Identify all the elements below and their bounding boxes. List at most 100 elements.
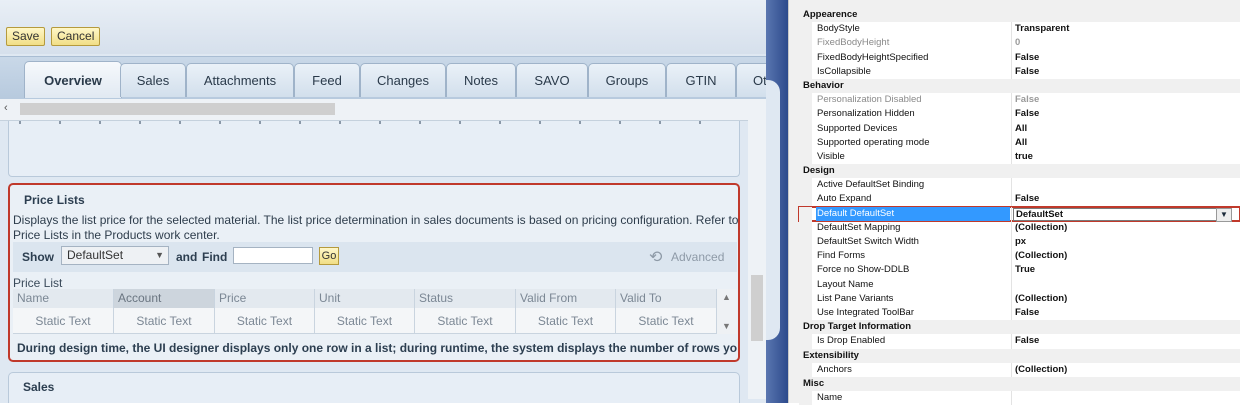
property-row-fixedbodyheight[interactable]: FixedBodyHeight 0 (799, 36, 1240, 51)
column-header-price[interactable]: Price (215, 289, 315, 308)
property-value[interactable]: All (1015, 122, 1027, 136)
property-name: Is Drop Enabled (817, 335, 886, 347)
property-value[interactable]: False (1015, 107, 1039, 121)
tab-feed[interactable]: Feed (294, 63, 360, 97)
category-label: Design (803, 165, 835, 177)
truncated-content (19, 121, 731, 124)
property-row-auto-expand[interactable]: Auto Expand False (799, 192, 1240, 207)
vertical-scrollbar[interactable] (748, 99, 766, 399)
property-row-defaultset-mapping[interactable]: DefaultSet Mapping (Collection) (799, 220, 1240, 235)
category-label: Drop Target Information (803, 321, 912, 333)
property-row-list-pane-variants[interactable]: List Pane Variants (Collection) (799, 291, 1240, 306)
go-button[interactable]: Go (319, 247, 339, 265)
horizontal-scrollbar[interactable]: ‹ (0, 99, 748, 121)
category-label: Extensibility (803, 349, 859, 361)
property-row-anchors[interactable]: Anchors (Collection) (799, 362, 1240, 377)
property-value[interactable]: true (1015, 150, 1033, 164)
category-drop-target-information[interactable]: Drop Target Information (799, 320, 1240, 335)
property-name: IsCollapsible (817, 65, 871, 77)
property-row-use-integrated-toolbar[interactable]: Use Integrated ToolBar False (799, 305, 1240, 321)
tab-savo[interactable]: SAVO (516, 63, 588, 97)
property-name: DefaultSet Switch Width (817, 236, 919, 247)
column-header-valid-to[interactable]: Valid To (616, 289, 717, 308)
property-row-force-no-show-ddlb[interactable]: Force no Show-DDLB True (799, 263, 1240, 278)
category-misc[interactable]: Misc (799, 376, 1240, 392)
property-row-personalization-hidden[interactable]: Personalization Hidden False (799, 107, 1240, 122)
tab-strip: Overview Sales Attachments Feed Changes … (0, 56, 766, 99)
tab-groups[interactable]: Groups (588, 63, 666, 97)
column-header-unit[interactable]: Unit (315, 289, 415, 308)
property-row-supported-operating-mode[interactable]: Supported operating mode All (799, 135, 1240, 150)
scroll-thumb[interactable] (20, 103, 335, 115)
table-cell: Static Text (516, 308, 616, 334)
property-value[interactable]: (Collection) (1015, 292, 1067, 306)
property-value[interactable]: (Collection) (1015, 363, 1067, 377)
property-value[interactable]: False (1015, 93, 1039, 107)
property-row-default-defaultset[interactable]: Default DefaultSet DefaultSet ▼ (798, 205, 1240, 222)
dropdown-arrow-icon[interactable]: ▼ (1216, 207, 1232, 222)
property-value[interactable]: 0 (1015, 36, 1020, 50)
tab-notes[interactable]: Notes (446, 63, 516, 97)
property-value[interactable]: False (1015, 192, 1039, 206)
tab-overflow[interactable]: Ot (736, 63, 766, 97)
refresh-icon[interactable]: ⟲ (649, 247, 662, 267)
property-value-editor[interactable]: DefaultSet (1013, 207, 1225, 221)
category-label: Appearence (803, 9, 858, 20)
show-select[interactable]: DefaultSet ▼ (61, 246, 169, 265)
chevron-up-icon[interactable]: ▲ (722, 292, 731, 302)
property-row-bodystyle[interactable]: BodyStyle Transparent (799, 22, 1240, 37)
sales-panel[interactable]: Sales (8, 372, 740, 403)
property-value[interactable]: px (1015, 235, 1026, 249)
find-label: Find (202, 250, 228, 264)
property-value[interactable]: All (1015, 136, 1027, 150)
property-row-defaultset-switch-width[interactable]: DefaultSet Switch Width px (799, 235, 1240, 250)
property-row-active-defaultset-binding[interactable]: Active DefaultSet Binding (799, 178, 1240, 193)
save-button[interactable]: Save (6, 27, 46, 46)
property-name: Use Integrated ToolBar (817, 306, 914, 318)
chevron-down-icon[interactable]: ▼ (722, 321, 731, 331)
category-extensibility[interactable]: Extensibility (799, 348, 1240, 363)
column-header-status[interactable]: Status (415, 289, 516, 308)
scroll-thumb[interactable] (751, 275, 763, 341)
property-value[interactable]: True (1015, 263, 1035, 277)
property-row-layout-name[interactable]: Layout Name (799, 277, 1240, 292)
property-row-iscollapsible[interactable]: IsCollapsible False (799, 64, 1240, 79)
property-row-is-drop-enabled[interactable]: Is Drop Enabled False (799, 334, 1240, 349)
property-row-visible[interactable]: Visible true (799, 149, 1240, 165)
property-value[interactable]: Transparent (1015, 22, 1069, 36)
table-scrollbar[interactable]: ▲ ▼ (717, 289, 737, 334)
category-label: Misc (803, 377, 825, 389)
cancel-button[interactable]: Cancel (51, 27, 101, 46)
property-row-find-forms[interactable]: Find Forms (Collection) (799, 249, 1240, 264)
ui-designer-canvas: Save Cancel Overview Sales Attachments F… (0, 0, 766, 403)
category-appearence[interactable]: Appearence (799, 8, 1240, 23)
property-row-personalization-disabled[interactable]: Personalization Disabled False (799, 93, 1240, 108)
tab-sales[interactable]: Sales (120, 63, 186, 97)
property-value[interactable]: False (1015, 334, 1039, 348)
property-name: Supported operating mode (817, 136, 930, 148)
tab-gtin[interactable]: GTIN (666, 63, 736, 97)
property-value[interactable]: False (1015, 65, 1039, 79)
price-lists-panel[interactable]: Price Lists Displays the list price for … (8, 183, 740, 362)
table-cell: Static Text (13, 308, 114, 334)
scroll-left-icon[interactable]: ‹ (4, 102, 8, 114)
property-row-fixedbodyheightspecified[interactable]: FixedBodyHeightSpecified False (799, 50, 1240, 65)
property-row-supported-devices[interactable]: Supported Devices All (799, 121, 1240, 136)
tab-overview[interactable]: Overview (24, 61, 122, 98)
property-name: Personalization Disabled (817, 94, 922, 106)
price-lists-description: Displays the list price for the selected… (13, 213, 739, 242)
category-behavior[interactable]: Behavior (799, 78, 1240, 94)
property-value[interactable]: (Collection) (1015, 221, 1067, 235)
property-value[interactable]: False (1015, 306, 1039, 320)
property-value[interactable]: (Collection) (1015, 249, 1067, 263)
column-header-account[interactable]: Account (114, 289, 215, 308)
tab-changes[interactable]: Changes (360, 63, 446, 97)
category-design[interactable]: Design (799, 164, 1240, 179)
property-value[interactable]: False (1015, 51, 1039, 65)
column-header-valid-from[interactable]: Valid From (516, 289, 616, 308)
find-input[interactable] (233, 247, 313, 264)
table-cell: Static Text (114, 308, 215, 334)
column-header-name[interactable]: Name (13, 289, 114, 308)
advanced-link[interactable]: Advanced (671, 250, 724, 264)
tab-attachments[interactable]: Attachments (186, 63, 294, 97)
